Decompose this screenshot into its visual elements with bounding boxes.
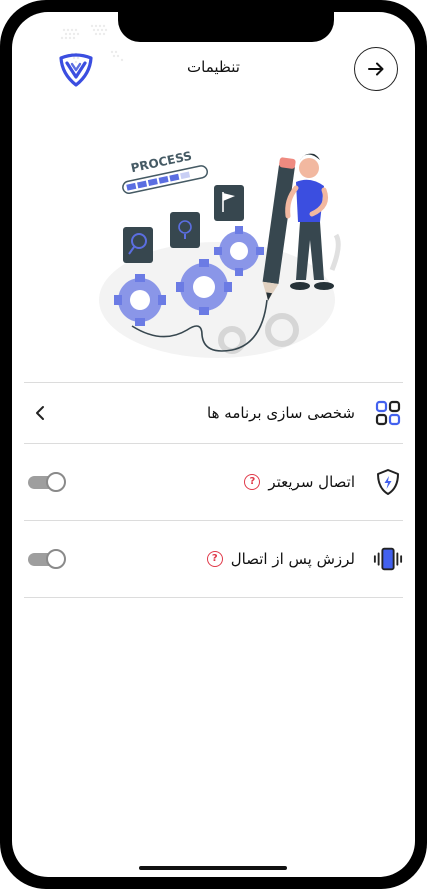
setting-label: شخصی سازی برنامه ها <box>207 404 355 422</box>
home-indicator[interactable] <box>139 866 287 870</box>
help-icon[interactable]: ? <box>244 474 261 490</box>
chevron-left-icon[interactable] <box>32 405 48 421</box>
back-button[interactable] <box>354 47 398 91</box>
vibrate-phone-icon <box>373 544 403 574</box>
process-illustration: PROCESS <box>99 149 341 358</box>
setting-label: اتصال سریعتر <box>268 473 355 491</box>
toggle-knob <box>46 472 66 492</box>
setting-vibrate-after-connect: لرزش پس از اتصال ? <box>24 521 403 597</box>
setting-personalize-apps[interactable]: شخصی سازی برنامه ها <box>24 383 403 443</box>
camera-notch <box>118 12 334 42</box>
shield-bolt-icon <box>373 467 403 497</box>
setting-label: لرزش پس از اتصال <box>230 550 355 568</box>
divider <box>24 597 403 598</box>
phone-frame: تنظیمات PROCESS شخصی سازی برنامه ها اتصا… <box>0 0 427 889</box>
screen: تنظیمات PROCESS شخصی سازی برنامه ها اتصا… <box>12 12 415 877</box>
arrow-right-icon <box>368 62 384 76</box>
help-icon[interactable]: ? <box>206 551 223 567</box>
apps-grid-icon <box>373 398 403 428</box>
settings-list: شخصی سازی برنامه ها اتصال سریعتر ? لرزش … <box>24 382 403 598</box>
faster-connection-toggle[interactable] <box>28 472 66 492</box>
vibrate-toggle[interactable] <box>28 549 66 569</box>
toggle-knob <box>46 549 66 569</box>
setting-faster-connection: اتصال سریعتر ? <box>24 444 403 520</box>
